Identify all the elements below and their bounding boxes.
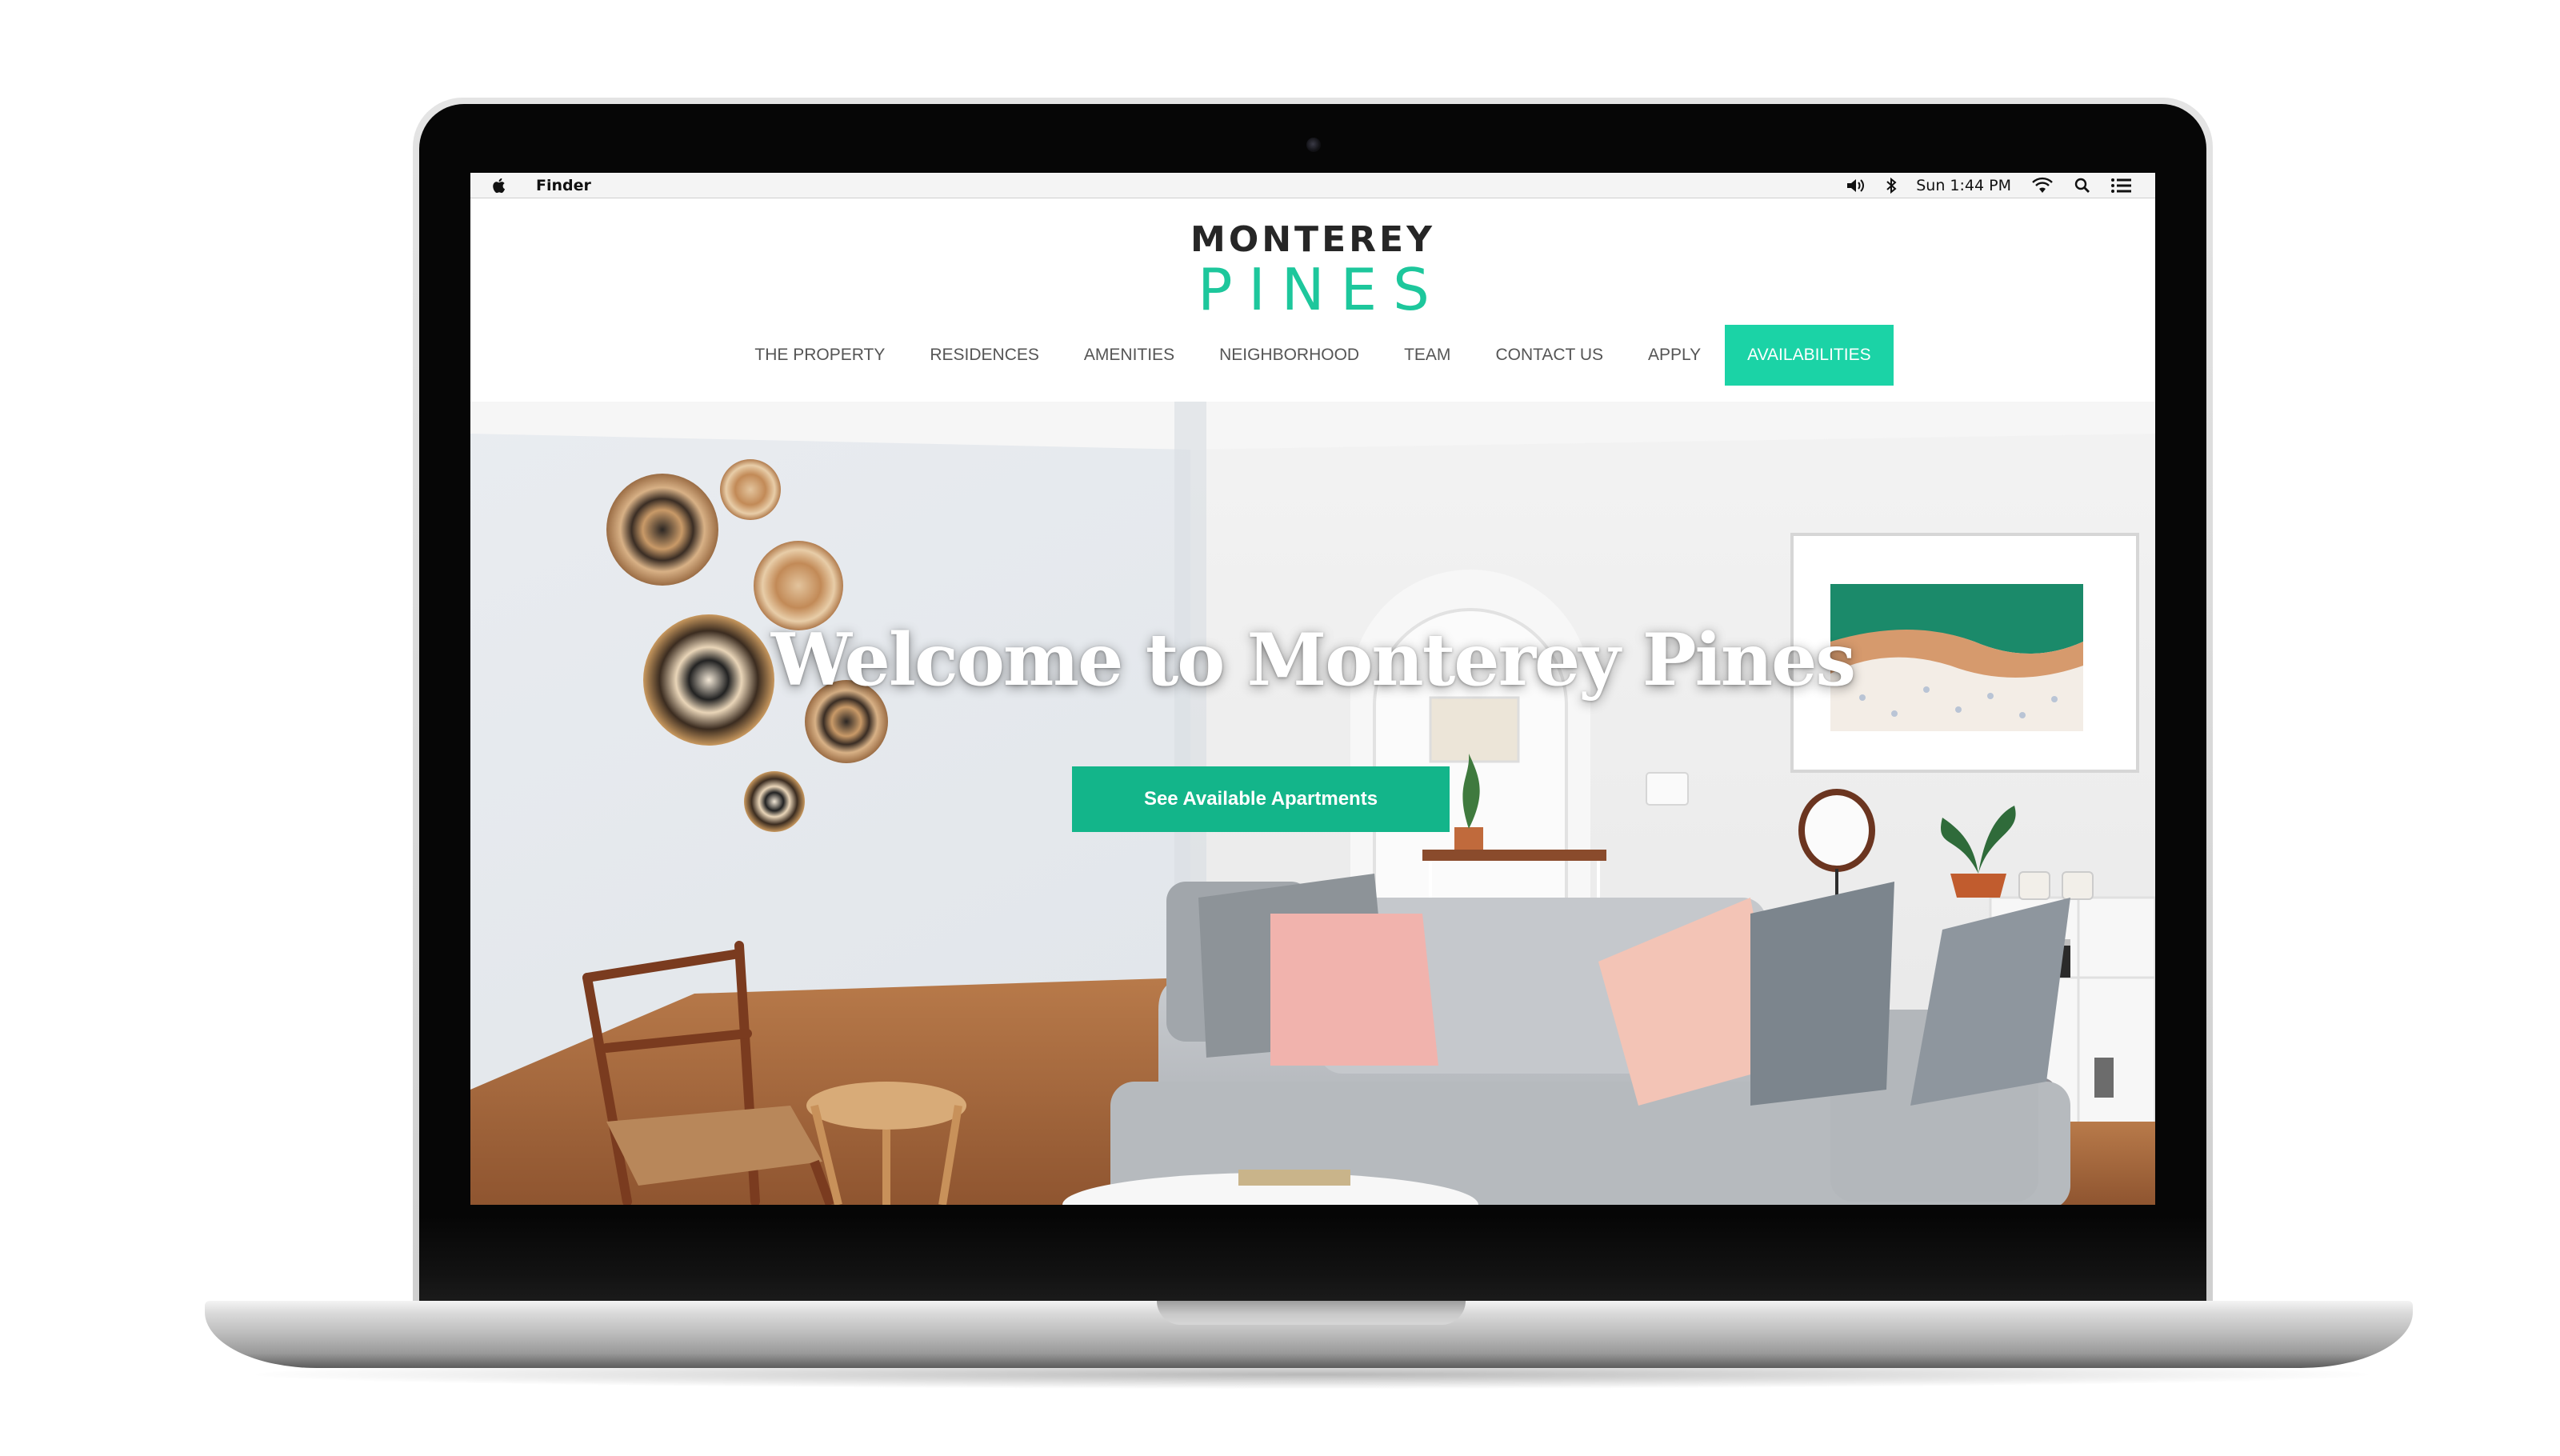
laptop-screen: Finder Sun 1:44 PM MONTEREY PINES THE PR… [470,173,2155,1205]
site-header: MONTEREY PINES THE PROPERTY RESIDENCES A… [470,198,2155,402]
active-app-name[interactable]: Finder [536,177,591,194]
apple-icon[interactable] [491,177,507,194]
nav-contact-us[interactable]: CONTACT US [1473,325,1626,386]
menu-extras: Sun 1:44 PM [1846,175,2133,196]
wifi-icon[interactable] [2030,177,2054,194]
spotlight-search-icon[interactable] [2074,177,2091,194]
hero-section: Welcome to Monterey Pines See Available … [470,402,2155,1205]
nav-neighborhood[interactable]: NEIGHBORHOOD [1197,325,1382,386]
nav-team[interactable]: TEAM [1382,325,1473,386]
nav-residences[interactable]: RESIDENCES [907,325,1062,386]
laptop-opening-notch [1157,1301,1466,1325]
menu-bar: Finder Sun 1:44 PM [470,173,2155,198]
nav-amenities[interactable]: AMENITIES [1062,325,1197,386]
volume-icon[interactable] [1846,177,1866,194]
see-available-apartments-button[interactable]: See Available Apartments [1072,766,1450,832]
nav-availabilities[interactable]: AVAILABILITIES [1725,325,1894,386]
logo-wordmark-bottom: PINES [1198,256,1446,323]
notification-center-icon[interactable] [2110,177,2133,194]
site-logo[interactable]: MONTEREY PINES [470,219,2155,323]
menubar-clock[interactable]: Sun 1:44 PM [1916,177,2011,194]
main-nav: THE PROPERTY RESIDENCES AMENITIES NEIGHB… [470,325,2155,386]
bluetooth-icon[interactable] [1886,177,1897,194]
laptop-chin [419,1216,2206,1312]
webcam [1306,138,1321,152]
hero-title: Welcome to Monterey Pines [770,618,1856,702]
nav-the-property[interactable]: THE PROPERTY [732,325,907,386]
logo-wordmark-top: MONTEREY [1190,219,1435,260]
nav-apply[interactable]: APPLY [1626,325,1723,386]
